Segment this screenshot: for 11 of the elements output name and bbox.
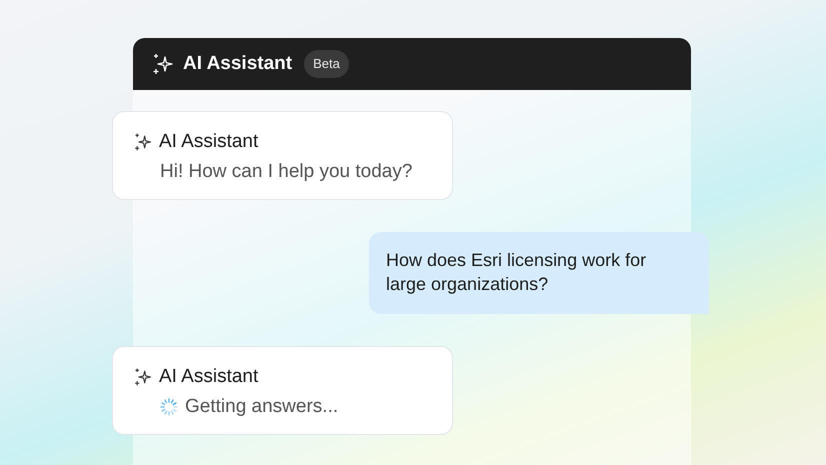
sparkle-icon xyxy=(133,367,153,387)
sparkle-icon xyxy=(151,52,175,76)
beta-badge: Beta xyxy=(304,50,349,78)
spinner-icon xyxy=(159,397,179,417)
sparkle-icon xyxy=(133,132,153,152)
window-title: AI Assistant xyxy=(183,52,292,76)
sender-name: AI Assistant xyxy=(159,365,258,389)
sender-name: AI Assistant xyxy=(159,130,258,154)
loading-text: Getting answers... xyxy=(185,395,338,419)
message-text: Hi! How can I help you today? xyxy=(160,160,412,184)
user-message-bubble: How does Esri licensing work for large organizations? xyxy=(369,232,709,314)
